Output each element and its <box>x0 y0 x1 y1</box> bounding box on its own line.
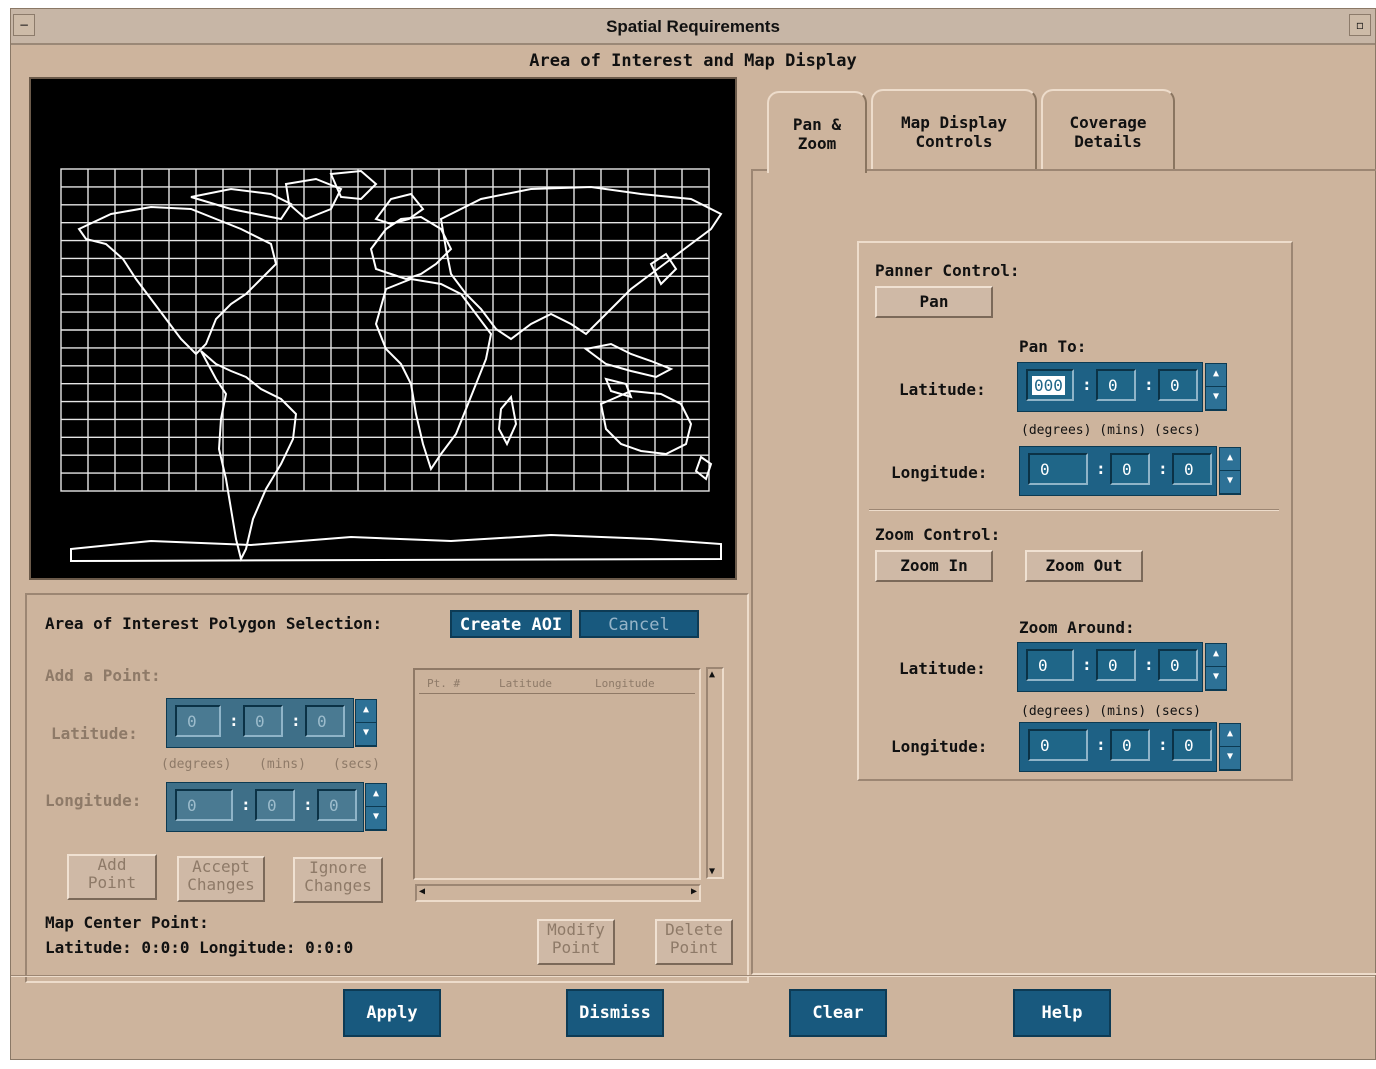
pan-lon-secs-field[interactable]: 0 <box>1172 453 1212 485</box>
zoom-lat-spinner[interactable]: ▲ ▼ <box>1205 643 1227 691</box>
spin-up-icon[interactable]: ▲ <box>1220 724 1240 747</box>
pan-lat-spinner[interactable]: ▲ ▼ <box>1205 363 1227 411</box>
page-subtitle: Area of Interest and Map Display <box>529 51 857 71</box>
aoi-latitude-input[interactable]: 0 : 0 : 0 <box>166 698 354 748</box>
list-horizontal-scrollbar[interactable]: ◀ ▶ <box>415 884 701 902</box>
pan-lon-spinner[interactable]: ▲ ▼ <box>1219 447 1241 495</box>
cancel-aoi-button[interactable]: Cancel <box>579 610 699 638</box>
pan-lat-degrees-field[interactable]: 000 <box>1026 369 1074 401</box>
aoi-heading: Area of Interest Polygon Selection: <box>45 614 383 633</box>
window-title: Spatial Requirements <box>606 17 780 36</box>
zoom-longitude-input[interactable]: 0 : 0 : 0 <box>1019 722 1217 772</box>
scroll-right-icon[interactable]: ▶ <box>691 886 697 897</box>
panner-control-label: Panner Control: <box>875 261 1020 280</box>
dismiss-button[interactable]: Dismiss <box>566 989 664 1037</box>
zoom-lat-mins-field[interactable]: 0 <box>1096 649 1136 681</box>
scroll-up-icon[interactable]: ▲ <box>709 669 715 680</box>
aoi-lon-degrees-field[interactable]: 0 <box>175 789 233 821</box>
zoom-lon-mins-field[interactable]: 0 <box>1110 729 1150 761</box>
zoom-lat-degrees-field[interactable]: 0 <box>1026 649 1074 681</box>
world-map-display[interactable] <box>29 77 737 580</box>
aoi-secs-unit: (secs) <box>333 757 380 772</box>
spin-down-icon[interactable]: ▼ <box>366 807 386 830</box>
pan-to-label: Pan To: <box>1019 337 1087 356</box>
zoom-lon-degrees-field[interactable]: 0 <box>1028 729 1088 761</box>
spin-up-icon[interactable]: ▲ <box>356 700 376 723</box>
pan-lon-mins-field[interactable]: 0 <box>1110 453 1150 485</box>
pan-longitude-input[interactable]: 0 : 0 : 0 <box>1019 446 1217 496</box>
aoi-lon-spinner[interactable]: ▲ ▼ <box>365 783 387 831</box>
spin-up-icon[interactable]: ▲ <box>366 784 386 807</box>
column-header-longitude: Longitude <box>595 677 655 690</box>
zoom-latitude-label: Latitude: <box>899 659 986 678</box>
list-header: Pt. # Latitude Longitude <box>419 674 695 694</box>
help-button[interactable]: Help <box>1013 989 1111 1037</box>
add-point-label: Add a Point: <box>45 666 161 685</box>
pan-units-label: (degrees) (mins) (secs) <box>1021 423 1202 438</box>
title-bar[interactable]: − Spatial Requirements ▫ <box>11 9 1375 45</box>
zoom-control-label: Zoom Control: <box>875 525 1001 544</box>
list-vertical-scrollbar[interactable]: ▲ ▼ <box>706 667 724 879</box>
aoi-lat-secs-field[interactable]: 0 <box>305 705 345 737</box>
spin-down-icon[interactable]: ▼ <box>1220 747 1240 770</box>
scroll-left-icon[interactable]: ◀ <box>419 886 425 897</box>
spin-down-icon[interactable]: ▼ <box>1206 387 1226 410</box>
column-header-point: Pt. # <box>427 677 461 690</box>
apply-button[interactable]: Apply <box>343 989 441 1037</box>
ignore-changes-button[interactable]: Ignore Changes <box>293 857 383 903</box>
world-map-graphic[interactable] <box>31 79 735 578</box>
zoom-latitude-input[interactable]: 0 : 0 : 0 <box>1017 642 1203 692</box>
pan-lat-mins-field[interactable]: 0 <box>1096 369 1136 401</box>
zoom-lat-secs-field[interactable]: 0 <box>1158 649 1198 681</box>
zoom-out-button[interactable]: Zoom Out <box>1025 550 1143 582</box>
spin-up-icon[interactable]: ▲ <box>1206 644 1226 667</box>
zoom-lon-spinner[interactable]: ▲ ▼ <box>1219 723 1241 771</box>
pan-latitude-label: Latitude: <box>899 380 986 399</box>
spin-down-icon[interactable]: ▼ <box>1220 471 1240 494</box>
aoi-latitude-label: Latitude: <box>51 724 138 743</box>
pan-button[interactable]: Pan <box>875 286 993 318</box>
pan-lat-secs-field[interactable]: 0 <box>1158 369 1198 401</box>
spin-up-icon[interactable]: ▲ <box>1220 448 1240 471</box>
modify-point-button[interactable]: Modify Point <box>537 919 615 965</box>
tab-pan-zoom[interactable]: Pan & Zoom <box>767 91 867 173</box>
pan-zoom-group <box>857 241 1293 781</box>
aoi-lat-degrees-field[interactable]: 0 <box>175 705 221 737</box>
tab-map-display-controls[interactable]: Map Display Controls <box>871 89 1037 169</box>
spin-down-icon[interactable]: ▼ <box>356 723 376 746</box>
aoi-lon-secs-field[interactable]: 0 <box>317 789 357 821</box>
pan-latitude-input[interactable]: 000 : 0 : 0 <box>1017 362 1203 412</box>
zoom-longitude-label: Longitude: <box>891 737 988 756</box>
aoi-degrees-unit: (degrees) <box>161 757 232 772</box>
tab-coverage-details[interactable]: Coverage Details <box>1041 89 1175 169</box>
aoi-point-list[interactable]: Pt. # Latitude Longitude <box>413 668 701 880</box>
spin-down-icon[interactable]: ▼ <box>1206 667 1226 690</box>
pan-lon-degrees-field[interactable]: 0 <box>1028 453 1088 485</box>
footer-divider <box>11 975 1375 977</box>
add-point-button[interactable]: Add Point <box>67 854 157 900</box>
spatial-requirements-window: − Spatial Requirements ▫ Area of Interes… <box>10 8 1376 1060</box>
pan-longitude-label: Longitude: <box>891 463 988 482</box>
clear-button[interactable]: Clear <box>789 989 887 1037</box>
aoi-longitude-label: Longitude: <box>45 791 142 810</box>
delete-point-button[interactable]: Delete Point <box>655 919 733 965</box>
map-center-label: Map Center Point: <box>45 913 209 932</box>
aoi-longitude-input[interactable]: 0 : 0 : 0 <box>166 782 364 832</box>
zoom-units-label: (degrees) (mins) (secs) <box>1021 704 1202 719</box>
section-divider <box>869 509 1279 511</box>
create-aoi-button[interactable]: Create AOI <box>450 610 572 638</box>
spin-up-icon[interactable]: ▲ <box>1206 364 1226 387</box>
aoi-lat-mins-field[interactable]: 0 <box>243 705 283 737</box>
maximize-icon[interactable]: ▫ <box>1349 14 1371 36</box>
zoom-around-label: Zoom Around: <box>1019 618 1135 637</box>
zoom-in-button[interactable]: Zoom In <box>875 550 993 582</box>
aoi-mins-unit: (mins) <box>259 757 306 772</box>
aoi-lon-mins-field[interactable]: 0 <box>255 789 295 821</box>
accept-changes-button[interactable]: Accept Changes <box>177 856 265 902</box>
map-center-value: Latitude: 0:0:0 Longitude: 0:0:0 <box>45 938 354 957</box>
scroll-down-icon[interactable]: ▼ <box>709 866 715 877</box>
aoi-lat-spinner[interactable]: ▲ ▼ <box>355 699 377 747</box>
zoom-lon-secs-field[interactable]: 0 <box>1172 729 1212 761</box>
column-header-latitude: Latitude <box>499 677 552 690</box>
